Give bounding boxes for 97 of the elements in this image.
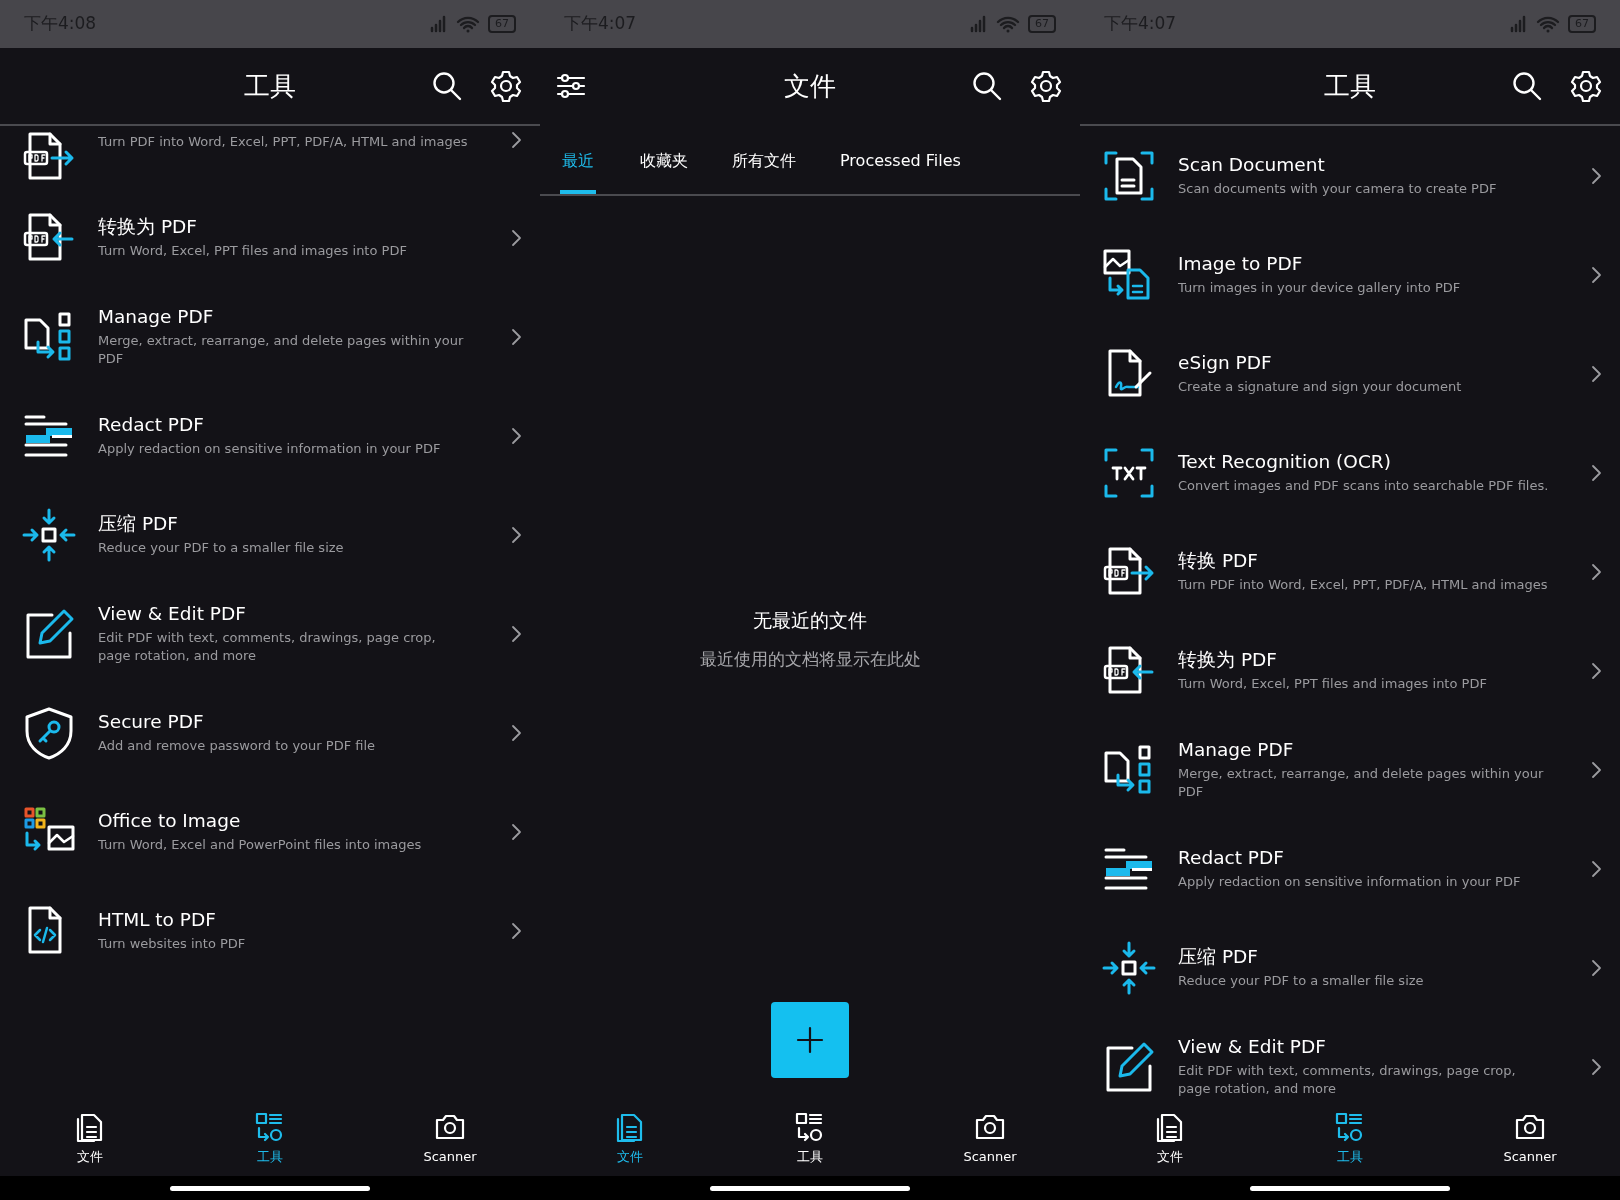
tool-title[interactable]: Image to PDF: [1178, 252, 1590, 276]
tool-description: Reduce your PDF to a smaller file size: [1178, 972, 1425, 990]
settings-button[interactable]: [1570, 70, 1602, 102]
search-icon: [432, 71, 462, 101]
search-button[interactable]: [432, 71, 462, 101]
tool-description: Convert images and PDF scans into searchable PDF files.: [1178, 477, 1550, 495]
chevron-right-icon[interactable]: [510, 524, 522, 545]
tool-description: Apply redaction on sensitive information in your PDF: [98, 440, 442, 458]
chevron-right-icon[interactable]: [1590, 165, 1602, 186]
search-icon: [972, 71, 1002, 101]
screen-title: 工具: [1324, 69, 1376, 103]
tool-title[interactable]: HTML to PDF: [98, 908, 510, 932]
settings-icon: [490, 70, 522, 102]
tool-title[interactable]: Manage PDF: [98, 305, 510, 329]
tab[interactable]: Processed Files: [818, 132, 983, 194]
chevron-right-icon[interactable]: [1590, 462, 1602, 483]
tool-description: Scan documents with your camera to create PDF: [1178, 180, 1498, 198]
nav-tab[interactable]: 文件: [0, 1100, 180, 1176]
tool-title[interactable]: View & Edit PDF: [98, 602, 510, 626]
tool-description: Reduce your PDF to a smaller file size: [98, 539, 345, 557]
empty-message: 最近使用的文档将显示在此处: [699, 647, 921, 671]
tab[interactable]: 最近: [560, 132, 596, 194]
chevron-right-icon[interactable]: [1590, 858, 1602, 879]
wifi-icon: [996, 15, 1020, 33]
tool-description: Edit PDF with text, comments, drawings, page crop, page rotation, and more: [98, 629, 437, 665]
search-button[interactable]: [1512, 71, 1542, 101]
settings-icon: [1030, 70, 1062, 102]
chevron-right-icon[interactable]: [1590, 264, 1602, 285]
tool-title[interactable]: eSign PDF: [1178, 351, 1590, 375]
nav-tab[interactable]: 工具: [720, 1100, 900, 1176]
screen-title: 工具: [244, 69, 296, 103]
nav-tab[interactable]: Scanner: [900, 1100, 1080, 1176]
search-button[interactable]: [972, 71, 1002, 101]
tool-description: Turn Word, Excel, PPT files and images into PDF: [98, 242, 408, 260]
home-indicator[interactable]: [1250, 1185, 1450, 1191]
tool-title[interactable]: View & Edit PDF: [1178, 1035, 1590, 1059]
tool-title[interactable]: Redact PDF: [1178, 846, 1590, 870]
settings-button[interactable]: [1030, 70, 1062, 102]
tool-title[interactable]: Text Recognition (OCR): [1178, 450, 1590, 474]
chevron-right-icon[interactable]: [1590, 759, 1602, 780]
settings-button[interactable]: [490, 70, 522, 102]
tab[interactable]: 收藏夹: [618, 132, 710, 194]
chevron-right-icon[interactable]: [510, 623, 522, 644]
tool-title[interactable]: 压缩 PDF: [1178, 945, 1590, 969]
nav-tab[interactable]: 工具: [180, 1100, 360, 1176]
tool-description: Turn PDF into Word, Excel, PPT, PDF/A, HTML and images: [1178, 576, 1549, 594]
home-indicator[interactable]: [170, 1185, 370, 1191]
tool-title[interactable]: 压缩 PDF: [98, 512, 510, 536]
wifi-icon: [1536, 15, 1560, 33]
screen-title: 文件: [784, 69, 836, 103]
plus-icon: [796, 1026, 824, 1054]
tool-description: Merge, extract, rearrange, and delete pages within your PDF: [1178, 765, 1545, 801]
tool-description: Turn images in your device gallery into PDF: [1178, 279, 1462, 297]
home-indicator[interactable]: [710, 1185, 910, 1191]
tool-description: Turn Word, Excel and PowerPoint files into images: [98, 836, 423, 854]
tool-description: Apply redaction on sensitive information in your PDF: [1178, 873, 1522, 891]
chevron-right-icon[interactable]: [510, 425, 522, 446]
chevron-right-icon[interactable]: [510, 130, 522, 150]
tool-description: Edit PDF with text, comments, drawings, page crop, page rotation, and more: [1178, 1062, 1517, 1098]
tool-title[interactable]: Secure PDF: [98, 710, 510, 734]
tool-description: Turn websites into PDF: [98, 935, 247, 953]
chevron-right-icon[interactable]: [510, 821, 522, 842]
tool-title[interactable]: Office to Image: [98, 809, 510, 833]
settings-icon: [1570, 70, 1602, 102]
nav-tab[interactable]: Scanner: [360, 1100, 540, 1176]
tool-description: Turn PDF into Word, Excel, PPT, PDF/A, HTML and images: [98, 133, 469, 151]
sliders-icon: [556, 73, 586, 99]
wifi-icon: [456, 15, 480, 33]
tool-title[interactable]: Scan Document: [1178, 153, 1590, 177]
tool-description: Merge, extract, rearrange, and delete pages within your PDF: [98, 332, 465, 368]
chevron-right-icon[interactable]: [1590, 957, 1602, 978]
tool-description: Add and remove password to your PDF file: [98, 737, 377, 755]
search-icon: [1512, 71, 1542, 101]
tool-title[interactable]: 转换为 PDF: [1178, 648, 1590, 672]
tool-title[interactable]: 转换 PDF: [1178, 549, 1590, 573]
compress-arrows-icon: [22, 507, 76, 562]
chevron-right-icon[interactable]: [1590, 660, 1602, 681]
tool-title[interactable]: Redact PDF: [98, 413, 510, 437]
nav-tab[interactable]: Scanner: [1440, 1100, 1620, 1176]
chevron-right-icon[interactable]: [510, 227, 522, 248]
chevron-right-icon[interactable]: [1590, 1056, 1602, 1077]
tool-title[interactable]: 转换为 PDF: [98, 215, 510, 239]
chevron-right-icon[interactable]: [1590, 363, 1602, 384]
chevron-right-icon[interactable]: [510, 920, 522, 941]
chevron-right-icon[interactable]: [510, 326, 522, 347]
filter-button[interactable]: [556, 73, 586, 99]
nav-tab[interactable]: 工具: [1260, 1100, 1440, 1176]
nav-tab[interactable]: 文件: [540, 1100, 720, 1176]
tool-title[interactable]: Manage PDF: [1178, 738, 1590, 762]
chevron-right-icon[interactable]: [510, 722, 522, 743]
tool-description: Create a signature and sign your document: [1178, 378, 1463, 396]
nav-tab[interactable]: 文件: [1080, 1100, 1260, 1176]
tab[interactable]: 所有文件: [710, 132, 818, 194]
compress-arrows-icon: [1102, 940, 1156, 995]
tool-description: Turn Word, Excel, PPT files and images into PDF: [1178, 675, 1488, 693]
empty-title: 无最近的文件: [753, 608, 867, 633]
chevron-right-icon[interactable]: [1590, 561, 1602, 582]
